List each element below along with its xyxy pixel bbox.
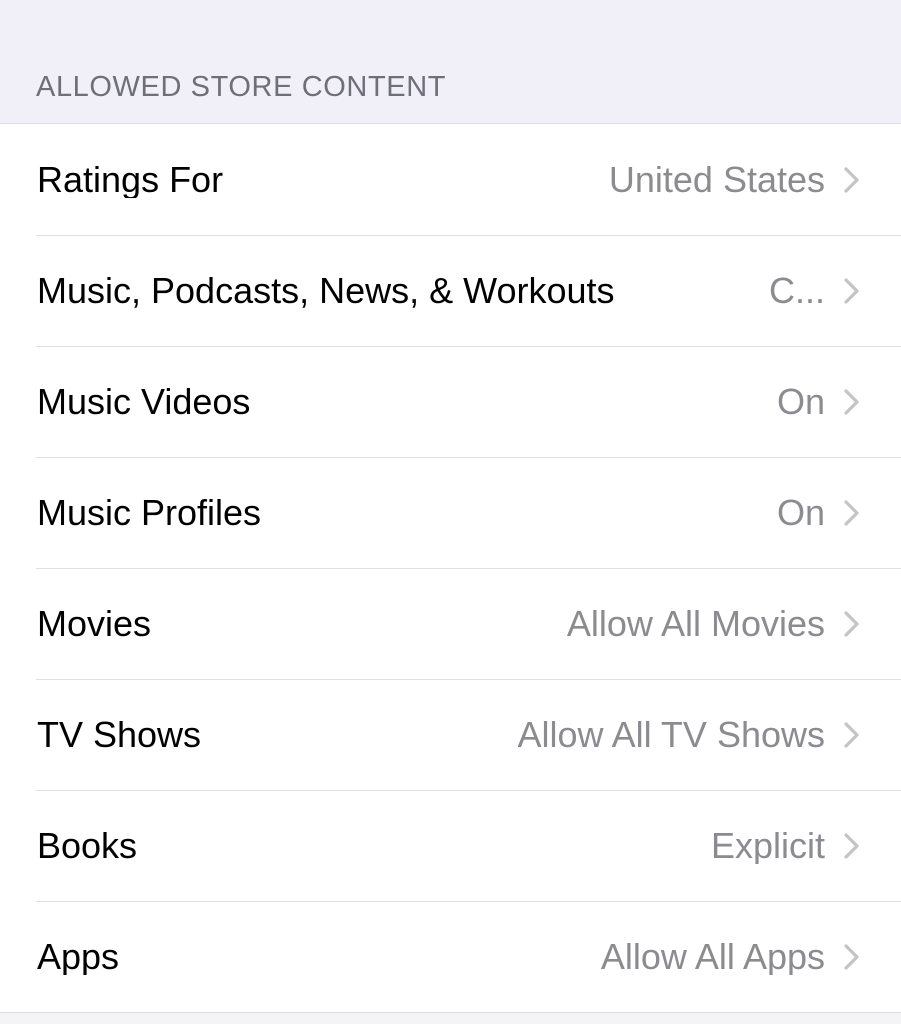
row-label: TV Shows — [37, 716, 202, 753]
chevron-right-icon — [839, 829, 865, 863]
row-accessory-group: Explicit — [701, 828, 865, 864]
section-header-title: ALLOWED STORE CONTENT — [36, 71, 447, 103]
row-accessory-group: On — [767, 495, 865, 531]
chevron-right-icon — [839, 718, 865, 752]
row-value: United States — [608, 161, 825, 198]
row-value: Allow All Apps — [600, 938, 825, 975]
row-value: On — [776, 383, 825, 420]
row-accessory-group: Allow All Apps — [591, 939, 865, 975]
row-label: Ratings For — [37, 161, 224, 198]
row-value: On — [776, 494, 825, 531]
row-label: Music, Podcasts, News, & Workouts — [37, 272, 615, 309]
row-accessory-group: On — [767, 384, 865, 420]
row-label: Apps — [37, 938, 120, 975]
row-accessory-group: Allow All Movies — [557, 606, 865, 642]
row-accessory-group: Allow All TV Shows — [508, 717, 865, 753]
chevron-right-icon — [839, 163, 865, 197]
row-ratings-for[interactable]: Ratings For United States — [0, 124, 901, 235]
row-music-profiles[interactable]: Music Profiles On — [0, 457, 901, 568]
row-accessory-group: United States — [599, 162, 865, 198]
chevron-right-icon — [839, 940, 865, 974]
row-tv-shows[interactable]: TV Shows Allow All TV Shows — [0, 679, 901, 790]
row-label: Movies — [37, 605, 152, 642]
row-label: Music Videos — [37, 383, 251, 420]
chevron-right-icon — [839, 274, 865, 308]
row-value: Explicit — [710, 827, 825, 864]
row-music-podcasts-news-workouts[interactable]: Music, Podcasts, News, & Workouts C... — [0, 235, 901, 346]
row-books[interactable]: Books Explicit — [0, 790, 901, 901]
row-value: Allow All Movies — [566, 605, 825, 642]
list-footer-space — [0, 1013, 901, 1024]
section-header: ALLOWED STORE CONTENT — [0, 0, 901, 124]
row-label: Books — [37, 827, 138, 864]
row-music-videos[interactable]: Music Videos On — [0, 346, 901, 457]
row-accessory-group: C... — [759, 273, 865, 309]
settings-list: Ratings For United States Music, Podcast… — [0, 124, 901, 1013]
row-apps[interactable]: Apps Allow All Apps — [0, 901, 901, 1012]
chevron-right-icon — [839, 607, 865, 641]
row-movies[interactable]: Movies Allow All Movies — [0, 568, 901, 679]
row-value: Allow All TV Shows — [517, 716, 825, 753]
row-label: Music Profiles — [37, 494, 262, 531]
settings-screen: ALLOWED STORE CONTENT Ratings For United… — [0, 0, 901, 1024]
chevron-right-icon — [839, 385, 865, 419]
chevron-right-icon — [839, 496, 865, 530]
row-value: C... — [768, 272, 825, 309]
